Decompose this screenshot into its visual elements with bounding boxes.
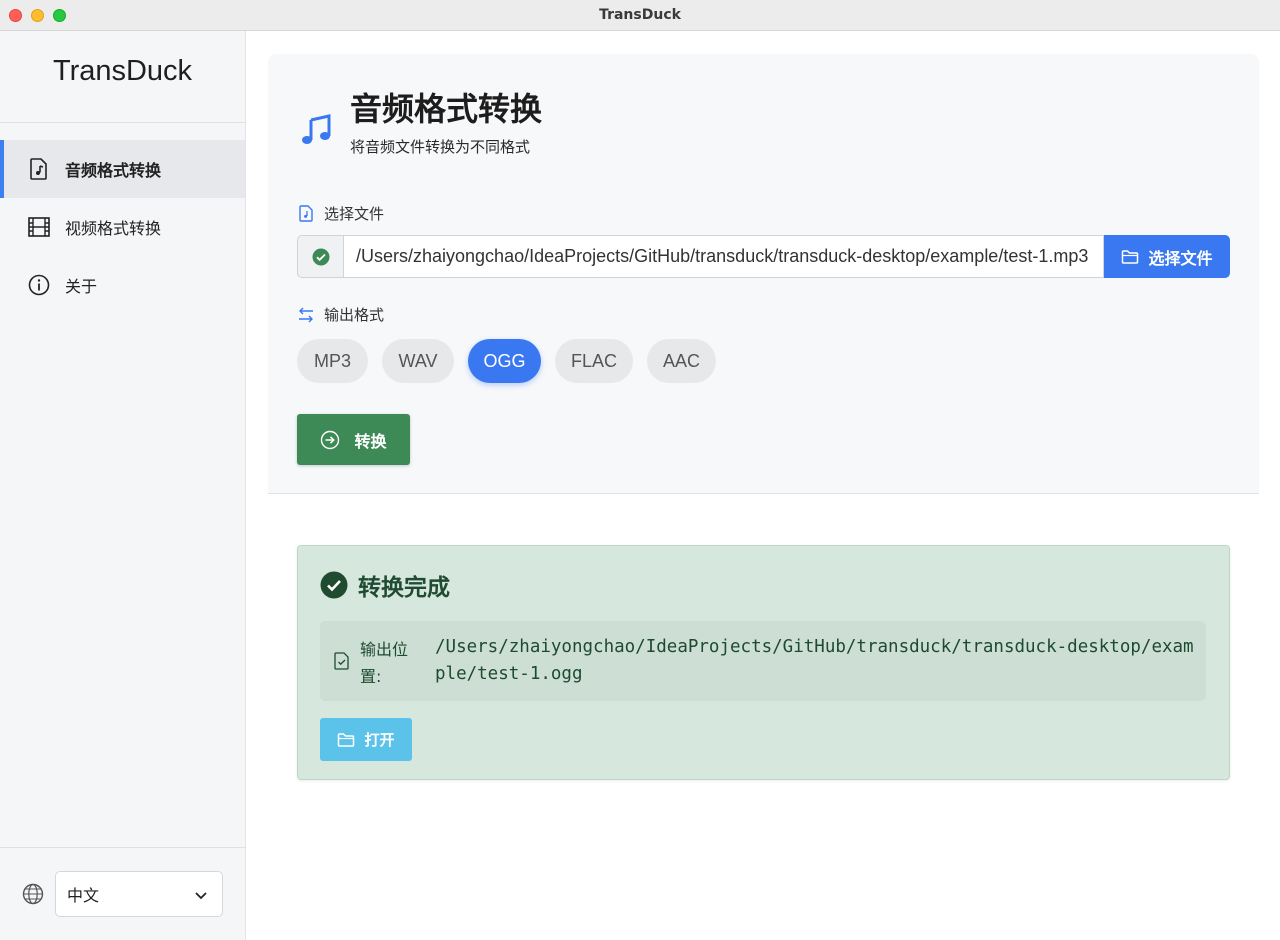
sidebar-item-label: 音频格式转换 bbox=[65, 161, 162, 180]
window-title: TransDuck bbox=[599, 7, 681, 23]
file-label-text: 选择文件 bbox=[324, 205, 385, 223]
chevron-down-icon bbox=[194, 887, 208, 901]
output-label: 输出位置: bbox=[360, 640, 409, 686]
output-path: /Users/zhaiyongchao/IdeaProjects/GitHub/… bbox=[435, 637, 1194, 684]
language-select[interactable]: 中文 bbox=[55, 871, 223, 917]
music-note-icon bbox=[298, 112, 334, 148]
sidebar-divider bbox=[0, 847, 245, 848]
page-title: 音频格式转换 bbox=[350, 90, 543, 128]
swap-arrows-icon bbox=[297, 306, 315, 324]
format-options: MP3 WAV OGG FLAC AAC bbox=[297, 339, 730, 383]
folder-icon bbox=[1121, 248, 1139, 266]
convert-label: 转换 bbox=[354, 431, 387, 451]
result-header: 转换完成 bbox=[320, 568, 450, 602]
file-label: 选择文件 bbox=[297, 203, 384, 224]
sidebar: TransDuck 音频格式转换 视频格式转换 关于 中文 bbox=[0, 31, 246, 940]
film-icon bbox=[27, 215, 51, 239]
conversion-result: 转换完成 输出位置: /Users/zhaiyongchao/IdeaProje… bbox=[297, 545, 1230, 780]
sidebar-item-label: 视频格式转换 bbox=[65, 219, 162, 238]
format-option-aac[interactable]: AAC bbox=[647, 339, 716, 383]
sidebar-divider bbox=[0, 122, 245, 123]
open-label: 打开 bbox=[364, 731, 395, 749]
arrow-right-circle-icon bbox=[320, 430, 340, 450]
app-brand: TransDuck bbox=[52, 55, 193, 87]
result-title: 转换完成 bbox=[358, 575, 450, 601]
sidebar-item-video-convert[interactable]: 视频格式转换 bbox=[0, 198, 245, 256]
file-check-icon bbox=[334, 652, 350, 670]
format-option-wav[interactable]: WAV bbox=[382, 339, 454, 383]
sidebar-item-audio-convert[interactable]: 音频格式转换 bbox=[0, 140, 245, 198]
check-circle-icon bbox=[320, 571, 348, 599]
choose-file-button[interactable]: 选择文件 bbox=[1104, 235, 1230, 278]
language-value: 中文 bbox=[67, 886, 100, 905]
choose-file-label: 选择文件 bbox=[1148, 248, 1213, 268]
audio-convert-panel: 音频格式转换 将音频文件转换为不同格式 选择文件 选择文件 bbox=[268, 54, 1259, 494]
check-circle-icon bbox=[297, 235, 343, 278]
file-picker-group: 选择文件 bbox=[297, 235, 1230, 278]
open-button[interactable]: 打开 bbox=[320, 718, 412, 761]
page-subtitle: 将音频文件转换为不同格式 bbox=[350, 138, 531, 156]
format-option-ogg[interactable]: OGG bbox=[468, 339, 541, 383]
sidebar-item-about[interactable]: 关于 bbox=[0, 256, 245, 314]
title-bar: TransDuck bbox=[0, 0, 1280, 31]
audio-file-icon bbox=[297, 205, 315, 223]
audio-file-icon bbox=[27, 157, 51, 181]
format-label-text: 输出格式 bbox=[324, 306, 385, 324]
sidebar-item-label: 关于 bbox=[65, 277, 98, 296]
output-location: 输出位置: /Users/zhaiyongchao/IdeaProjects/G… bbox=[320, 621, 1206, 701]
app-window: TransDuck TransDuck 音频格式转换 视频格式转换 关于 中文 … bbox=[0, 0, 1280, 940]
format-option-flac[interactable]: FLAC bbox=[555, 339, 633, 383]
convert-button[interactable]: 转换 bbox=[297, 414, 410, 465]
format-option-mp3[interactable]: MP3 bbox=[297, 339, 368, 383]
info-icon bbox=[27, 273, 51, 297]
file-path-input[interactable] bbox=[343, 235, 1104, 278]
folder-icon bbox=[337, 731, 355, 749]
globe-icon bbox=[22, 883, 44, 905]
format-label: 输出格式 bbox=[297, 304, 384, 325]
